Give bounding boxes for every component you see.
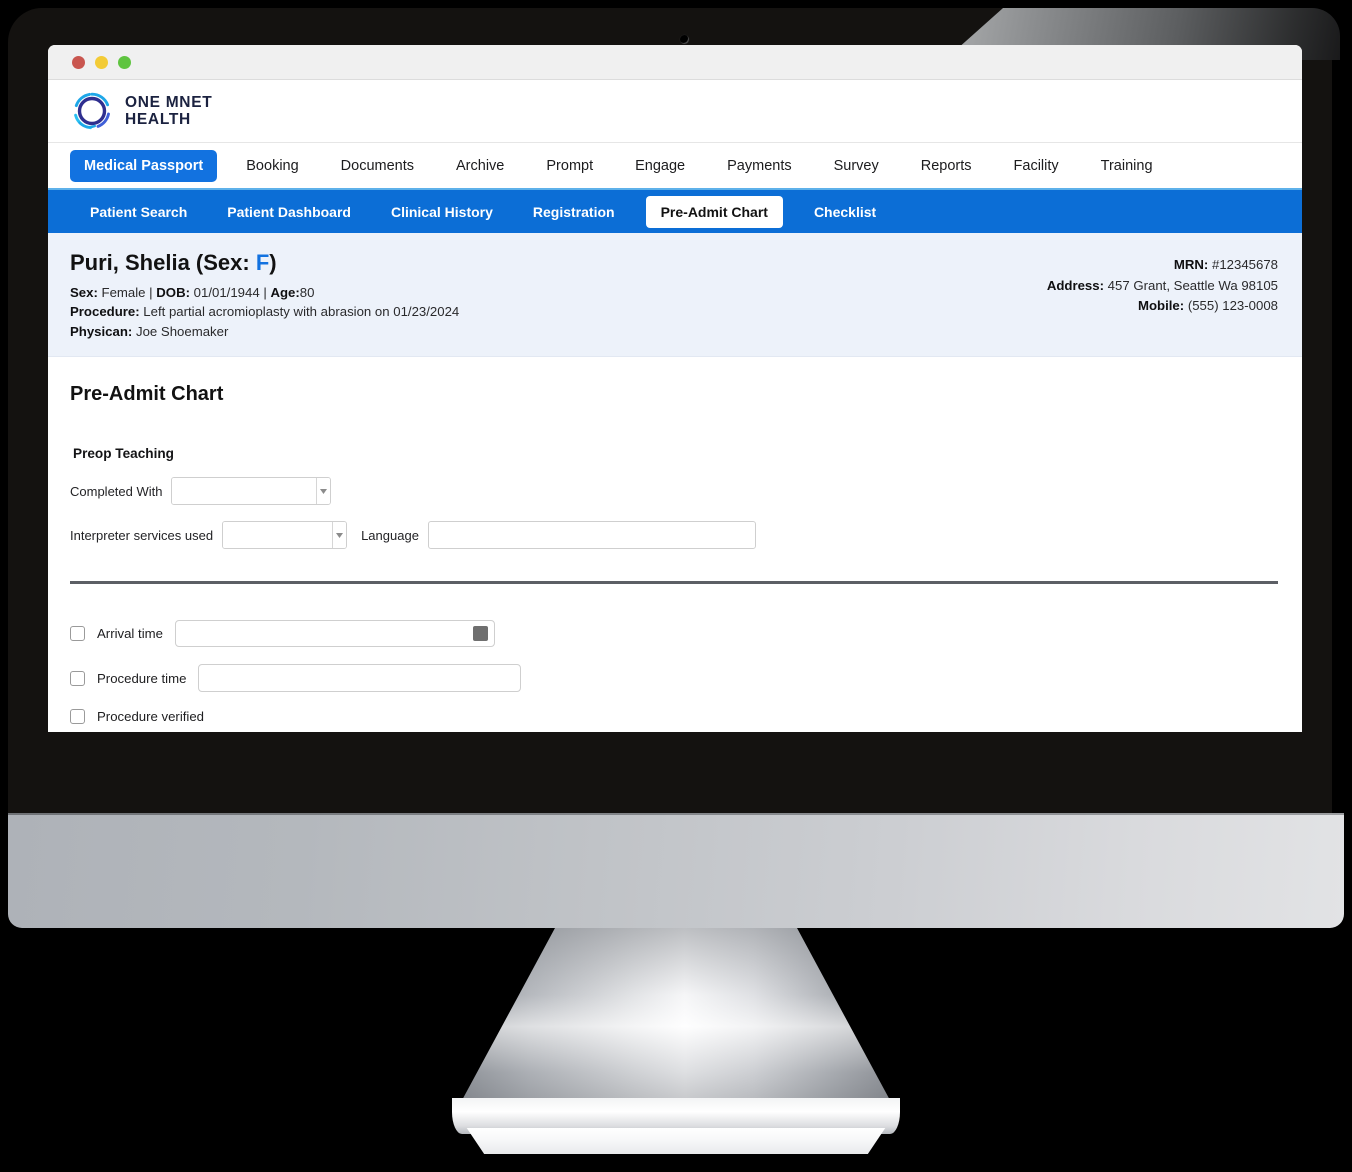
- sex-value-text: Female: [101, 285, 146, 300]
- patient-name-prefix: Puri, Shelia (Sex:: [70, 250, 256, 275]
- maximize-window-button[interactable]: [118, 55, 131, 69]
- procedure-verified-label: Procedure verified: [97, 709, 205, 725]
- brand-logo[interactable]: ONE MNET HEALTH: [70, 89, 212, 133]
- chevron-down-icon[interactable]: [316, 478, 331, 505]
- nav-item-reports[interactable]: Reports: [900, 158, 993, 174]
- procedure-verified-row: Procedure verified: [70, 709, 1278, 725]
- brand-name-line2: HEALTH: [125, 111, 191, 128]
- physician-value: Joe Shoemaker: [135, 323, 229, 339]
- arrival-time-input[interactable]: [175, 621, 472, 647]
- brand-name: ONE MNET HEALTH: [125, 94, 212, 129]
- language-label: Language: [361, 527, 419, 543]
- page-title: Pre-Admit Chart: [70, 383, 224, 406]
- one-mnet-health-swirl-icon: [74, 92, 110, 130]
- nav-item-training[interactable]: Training: [1080, 158, 1174, 174]
- interpreter-services-label: Interpreter services used: [70, 527, 214, 543]
- subnav-item-registration[interactable]: Registration: [513, 204, 635, 220]
- interpreter-language-row: Interpreter services used Language: [70, 521, 1278, 550]
- procedure-verified-checkbox[interactable]: [70, 709, 85, 725]
- nav-item-booking[interactable]: Booking: [225, 158, 319, 174]
- patient-banner: Puri, Shelia (Sex: F) Sex: Female | DOB:…: [48, 233, 1302, 358]
- nav-item-payments[interactable]: Payments: [706, 158, 812, 174]
- app-header: ONE MNET HEALTH: [48, 80, 1302, 143]
- completed-with-input[interactable]: [172, 478, 317, 505]
- interpreter-services-select[interactable]: [222, 521, 348, 550]
- dob-label: DOB:: [156, 285, 190, 300]
- sep-1: |: [145, 285, 157, 300]
- patient-address-line: Address: 457 Grant, Seattle Wa 98105: [1047, 276, 1278, 297]
- sex-label: Sex:: [70, 285, 98, 300]
- patient-physician-line: Physican: Joe Shoemaker: [70, 322, 459, 341]
- age-label: Age:: [270, 285, 300, 300]
- procedure-label: Procedure:: [70, 304, 140, 320]
- patient-mobile-line: Mobile: (555) 123-0008: [1047, 296, 1278, 317]
- section-divider: [70, 581, 1278, 585]
- brand-name-line1: ONE MNET: [125, 93, 213, 111]
- procedure-value: Left partial acromioplasty with abrasion…: [143, 304, 460, 320]
- procedure-time-checkbox[interactable]: [70, 670, 85, 686]
- dob-value: 01/01/1944: [193, 285, 260, 300]
- patient-sex-value: F: [255, 250, 270, 275]
- webcam-icon: [680, 35, 689, 44]
- procedure-time-input[interactable]: [198, 664, 522, 693]
- primary-navigation: Medical Passport Booking Documents Archi…: [48, 143, 1302, 190]
- secondary-navigation: Patient Search Patient Dashboard Clinica…: [48, 190, 1302, 233]
- subnav-item-pre-admit-chart[interactable]: Pre-Admit Chart: [645, 195, 783, 228]
- chevron-down-icon[interactable]: [332, 522, 347, 549]
- mrn-label: MRN:: [1173, 257, 1209, 272]
- address-label: Address:: [1046, 277, 1104, 293]
- monitor-stand-neck-shading: [460, 928, 892, 1104]
- arrival-time-row: Arrival time: [70, 620, 1278, 648]
- pre-admit-chart-form: Pre-Admit Chart Preop Teaching Completed…: [48, 357, 1302, 733]
- completed-with-label: Completed With: [70, 483, 163, 499]
- nav-item-documents[interactable]: Documents: [320, 158, 435, 174]
- address-value: 457 Grant, Seattle Wa 98105: [1107, 277, 1278, 293]
- nav-item-archive[interactable]: Archive: [435, 158, 525, 174]
- subnav-item-patient-dashboard[interactable]: Patient Dashboard: [207, 204, 371, 220]
- age-value: 80: [299, 285, 315, 300]
- subnav-item-patient-search[interactable]: Patient Search: [70, 204, 207, 220]
- monitor-screen: ONE MNET HEALTH Medical Passport Booking…: [48, 45, 1302, 765]
- clock-picker-icon[interactable]: [472, 626, 488, 642]
- arrival-time-label: Arrival time: [97, 626, 163, 642]
- mrn-value: #12345678: [1211, 257, 1278, 272]
- completed-with-select[interactable]: [171, 477, 332, 506]
- arrival-time-field[interactable]: [174, 620, 495, 648]
- procedure-time-label: Procedure time: [97, 670, 187, 686]
- nav-item-survey[interactable]: Survey: [813, 158, 900, 174]
- arrival-time-checkbox[interactable]: [70, 626, 85, 642]
- nav-item-engage[interactable]: Engage: [614, 158, 706, 174]
- close-window-button[interactable]: [72, 55, 85, 69]
- language-input[interactable]: [427, 521, 756, 550]
- physician-label: Physican:: [70, 323, 133, 339]
- interpreter-services-input[interactable]: [223, 522, 333, 549]
- patient-mrn-line: MRN: #12345678: [1047, 255, 1278, 276]
- patient-banner-right: MRN: #12345678 Address: 457 Grant, Seatt…: [1047, 250, 1278, 317]
- completed-with-row: Completed With: [70, 477, 1278, 506]
- patient-demographics-line: Sex: Female | DOB: 01/01/1944 | Age:80: [70, 283, 459, 302]
- mobile-value: (555) 123-0008: [1187, 298, 1278, 314]
- monitor-stand-foot: [466, 1128, 886, 1154]
- nav-item-facility[interactable]: Facility: [993, 158, 1080, 174]
- section-heading-preop-teaching: Preop Teaching: [73, 446, 174, 462]
- window-titlebar: [48, 45, 1302, 80]
- subnav-item-clinical-history[interactable]: Clinical History: [371, 204, 513, 220]
- patient-procedure-line: Procedure: Left partial acromioplasty wi…: [70, 302, 459, 321]
- nav-item-medical-passport[interactable]: Medical Passport: [70, 149, 218, 182]
- patient-name-heading: Puri, Shelia (Sex: F): [70, 250, 459, 276]
- monitor-chin: [8, 815, 1344, 928]
- patient-banner-left: Puri, Shelia (Sex: F) Sex: Female | DOB:…: [70, 250, 459, 341]
- minimize-window-button[interactable]: [95, 55, 108, 69]
- patient-name-suffix: ): [269, 250, 277, 275]
- browser-window: ONE MNET HEALTH Medical Passport Booking…: [48, 45, 1302, 733]
- nav-item-prompt[interactable]: Prompt: [525, 158, 614, 174]
- subnav-item-checklist[interactable]: Checklist: [794, 204, 896, 220]
- procedure-time-row: Procedure time: [70, 664, 1278, 693]
- sep-2: |: [259, 285, 271, 300]
- mobile-label: Mobile:: [1137, 298, 1185, 314]
